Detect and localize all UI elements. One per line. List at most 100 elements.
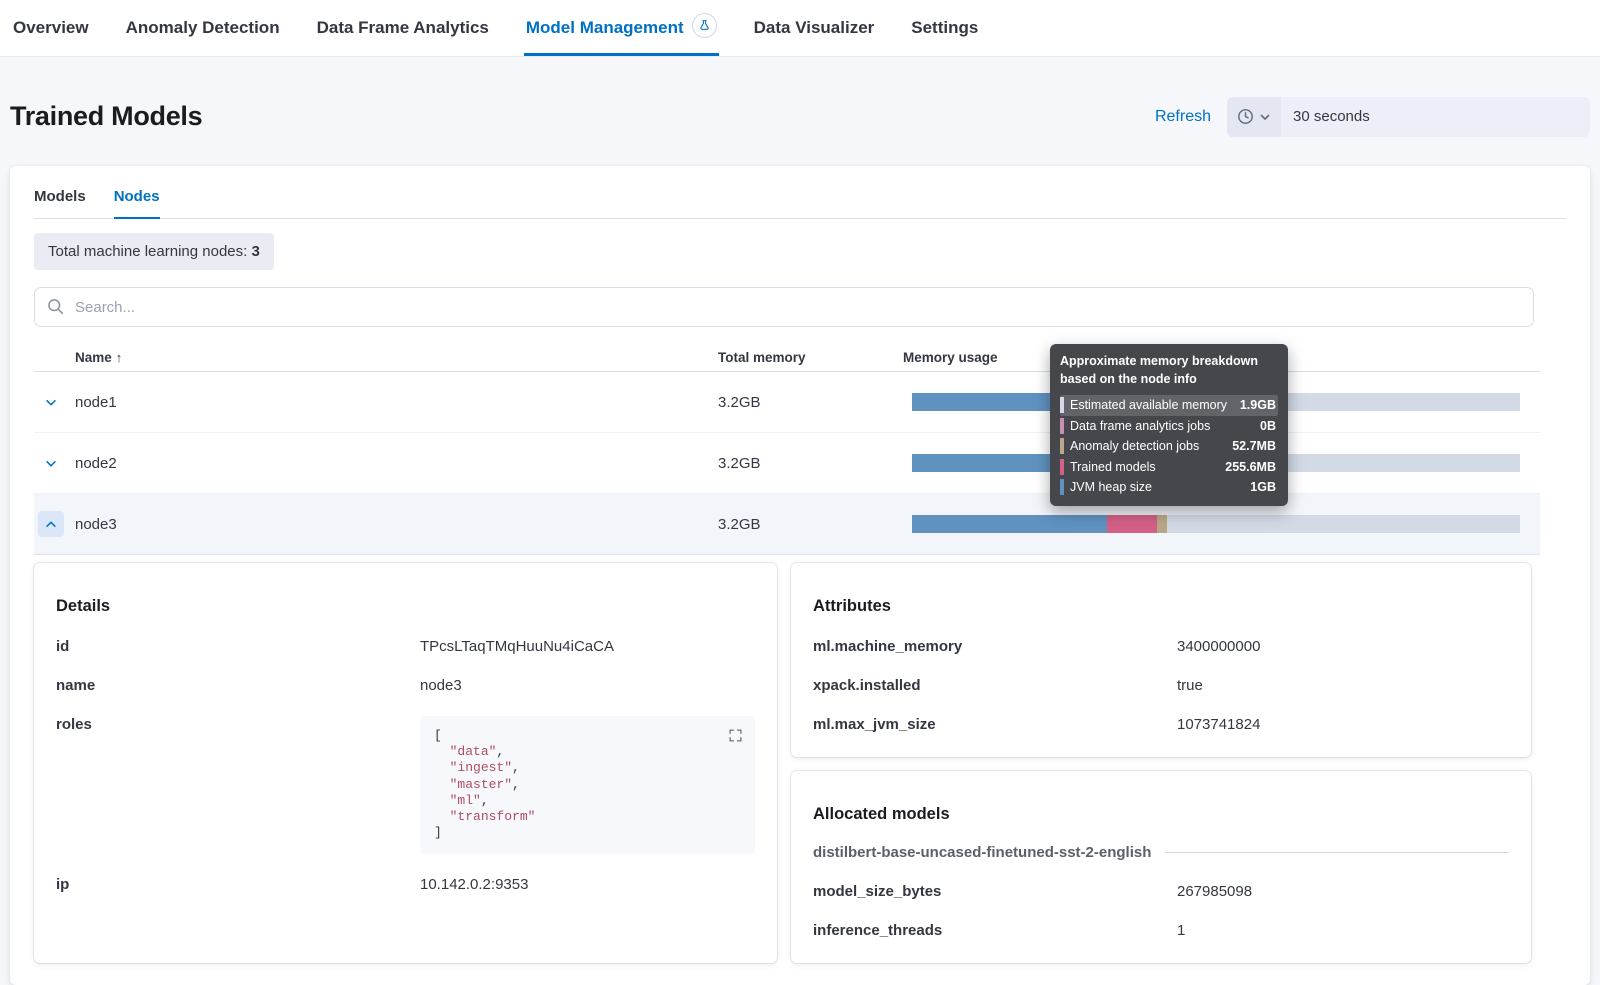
- header-actions: Refresh 30 seconds: [1155, 97, 1590, 137]
- tooltip-item-value: 52.7MB: [1232, 439, 1276, 453]
- column-header-name[interactable]: Name↑: [75, 350, 718, 365]
- attribute-row: xpack.installed true: [813, 677, 1509, 694]
- refresh-button[interactable]: Refresh: [1155, 108, 1211, 126]
- memory-bar-segment: [1167, 515, 1520, 533]
- tooltip-item: JVM heap size1GB: [1060, 477, 1278, 498]
- node-total-memory: 3.2GB: [718, 394, 903, 411]
- tooltip-series-marker: [1060, 397, 1064, 413]
- tooltip-item: Anomaly detection jobs52.7MB: [1060, 436, 1278, 457]
- search-bar: [34, 287, 1534, 327]
- refresh-interval-value: 30 seconds: [1281, 108, 1370, 125]
- tooltip-item-value: 1.9GB: [1240, 398, 1276, 412]
- fullscreen-expand-icon[interactable]: [726, 726, 745, 748]
- nav-tab-label: Settings: [911, 18, 978, 38]
- tooltip-item: Estimated available memory1.9GB: [1060, 395, 1278, 416]
- clock-icon: [1237, 108, 1254, 125]
- tooltip-item-label: Data frame analytics jobs: [1070, 419, 1260, 433]
- expand-row-button-node2[interactable]: [38, 450, 64, 476]
- allocated-models-title: Allocated models: [813, 805, 1509, 824]
- code-line: ]: [434, 825, 741, 841]
- nav-tab-label: Model Management: [526, 18, 684, 38]
- detail-row-ip: ip 10.142.0.2:9353: [56, 876, 755, 893]
- chevron-down-icon: [1259, 111, 1271, 123]
- tab-nodes[interactable]: Nodes: [114, 188, 160, 219]
- code-line: "ml",: [434, 793, 741, 809]
- memory-bar-segment: [1157, 515, 1167, 533]
- node-total-memory: 3.2GB: [718, 516, 903, 533]
- memory-breakdown-tooltip: Approximate memory breakdown based on th…: [1050, 344, 1288, 506]
- nav-tab-data-frame-analytics[interactable]: Data Frame Analytics: [317, 0, 489, 56]
- nav-tab-label: Data Visualizer: [754, 18, 875, 38]
- models-nodes-tabs: Models Nodes: [34, 188, 1566, 219]
- tooltip-series-marker: [1060, 459, 1064, 475]
- allocated-model-row: model_size_bytes 267985098: [813, 883, 1509, 900]
- table-row-node1: node1 3.2GB: [34, 372, 1540, 433]
- tooltip-item-label: JVM heap size: [1070, 480, 1250, 494]
- right-panels-column: Attributes ml.machine_memory 3400000000 …: [791, 563, 1531, 962]
- tooltip-title: Approximate memory breakdown based on th…: [1060, 353, 1278, 388]
- nav-tab-label: Data Frame Analytics: [317, 18, 489, 38]
- code-line: "ingest",: [434, 760, 741, 776]
- code-line: "master",: [434, 777, 741, 793]
- tooltip-item-value: 1GB: [1250, 480, 1276, 494]
- detail-row-name: name node3: [56, 677, 755, 694]
- node-name: node1: [75, 394, 718, 411]
- beaker-icon: [692, 13, 717, 38]
- refresh-interval-picker[interactable]: 30 seconds: [1227, 97, 1590, 137]
- node-name: node2: [75, 455, 718, 472]
- collapse-row-button-node3[interactable]: [38, 511, 64, 537]
- memory-usage-bar-node3[interactable]: [912, 515, 1520, 533]
- total-nodes-label: Total machine learning nodes:: [48, 243, 247, 260]
- nav-tab-model-management[interactable]: Model Management: [526, 0, 717, 56]
- tooltip-item-value: 255.6MB: [1225, 460, 1276, 474]
- nav-tab-data-visualizer[interactable]: Data Visualizer: [754, 0, 875, 56]
- roles-code-block: [ "data", "ingest", "master", "ml", "tra…: [420, 716, 755, 854]
- tooltip-item-value: 0B: [1260, 419, 1276, 433]
- node-name: node3: [75, 516, 718, 533]
- nodes-table: Name↑ Total memory Memory usage node1 3.…: [34, 344, 1540, 555]
- tab-models[interactable]: Models: [34, 188, 86, 219]
- nav-tab-label: Overview: [13, 18, 89, 38]
- refresh-interval-menu-button[interactable]: [1227, 97, 1281, 137]
- node-total-memory: 3.2GB: [718, 455, 903, 472]
- nav-tab-anomaly-detection[interactable]: Anomaly Detection: [126, 0, 280, 56]
- node3-expanded-details: Details id TPcsLTaqTMqHuuNu4iCaCA name n…: [34, 563, 1566, 962]
- allocated-model-name: distilbert-base-uncased-finetuned-sst-2-…: [813, 844, 1151, 861]
- allocated-model-row: inference_threads 1: [813, 922, 1509, 939]
- detail-row-roles: roles [ "data", "ingest", "master", "ml"…: [56, 716, 755, 854]
- attributes-panel: Attributes ml.machine_memory 3400000000 …: [791, 563, 1531, 757]
- table-row-node2: node2 3.2GB: [34, 433, 1540, 494]
- total-nodes-count: 3: [251, 243, 259, 260]
- tooltip-item: Trained models255.6MB: [1060, 457, 1278, 478]
- tooltip-item: Data frame analytics jobs0B: [1060, 416, 1278, 437]
- total-nodes-badge: Total machine learning nodes: 3: [34, 233, 274, 270]
- column-header-total-memory: Total memory: [718, 350, 903, 365]
- page-title: Trained Models: [10, 101, 202, 132]
- roles-code: [ "data", "ingest", "master", "ml", "tra…: [434, 728, 741, 842]
- sort-asc-icon: ↑: [116, 350, 123, 365]
- nav-tab-overview[interactable]: Overview: [13, 0, 89, 56]
- page-header: Trained Models Refresh 30 seconds: [0, 57, 1600, 166]
- tooltip-series-marker: [1060, 479, 1064, 495]
- code-line: [: [434, 728, 741, 744]
- tooltip-item-label: Estimated available memory: [1070, 398, 1240, 412]
- code-line: "transform": [434, 809, 741, 825]
- memory-bar-segment: [1107, 515, 1157, 533]
- nav-tab-settings[interactable]: Settings: [911, 0, 978, 56]
- tooltip-item-label: Trained models: [1070, 460, 1225, 474]
- search-icon: [47, 298, 64, 320]
- divider: [1165, 852, 1509, 853]
- attribute-row: ml.max_jvm_size 1073741824: [813, 716, 1509, 733]
- expand-row-button-node1[interactable]: [38, 389, 64, 415]
- search-input[interactable]: [34, 287, 1534, 327]
- detail-row-id: id TPcsLTaqTMqHuuNu4iCaCA: [56, 638, 755, 655]
- nav-tab-label: Anomaly Detection: [126, 18, 280, 38]
- table-header-row: Name↑ Total memory Memory usage: [34, 344, 1540, 372]
- code-line: "data",: [434, 744, 741, 760]
- trained-models-panel: Models Nodes Total machine learning node…: [10, 166, 1590, 984]
- attributes-title: Attributes: [813, 597, 1509, 616]
- tooltip-series-marker: [1060, 418, 1064, 434]
- details-panel: Details id TPcsLTaqTMqHuuNu4iCaCA name n…: [34, 563, 777, 962]
- attribute-row: ml.machine_memory 3400000000: [813, 638, 1509, 655]
- details-title: Details: [56, 597, 755, 616]
